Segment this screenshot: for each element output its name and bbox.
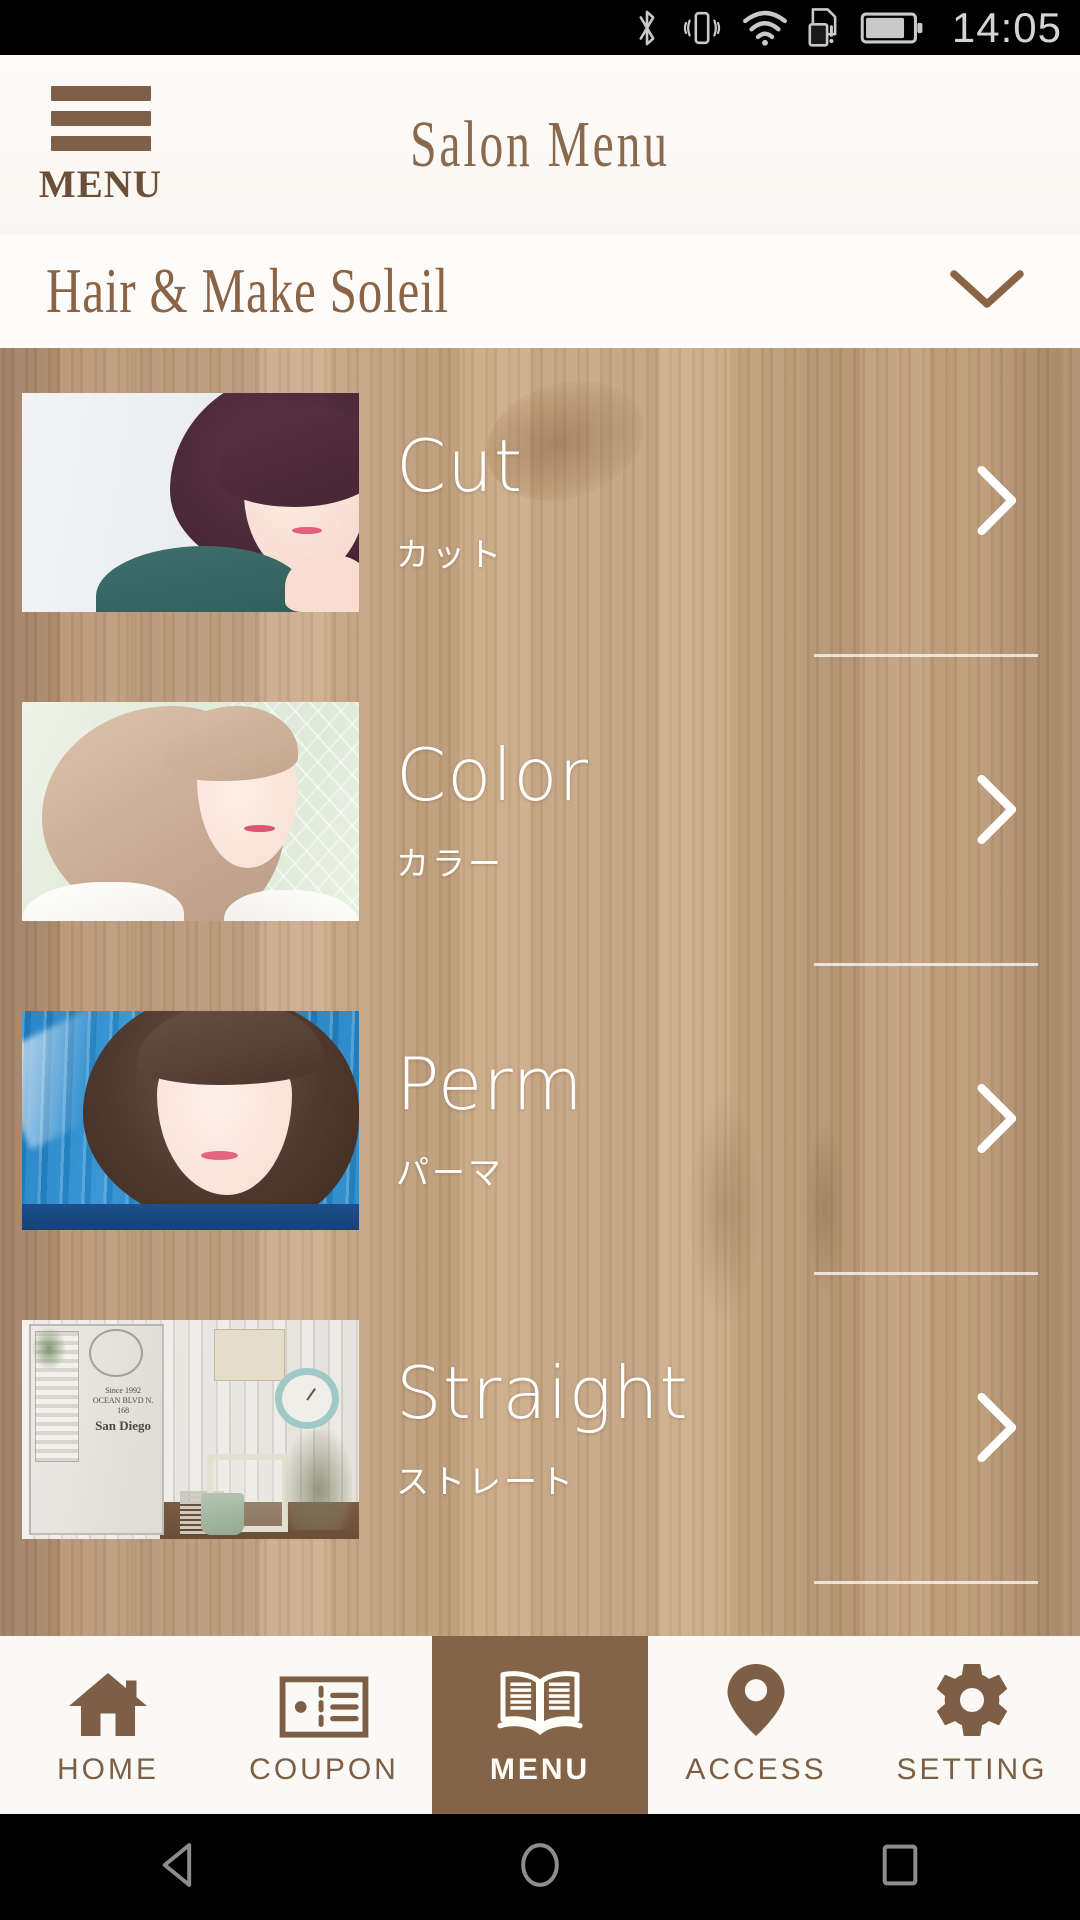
tab-label-coupon: COUPON (249, 1753, 399, 1786)
menu-thumbnail-straight: Since 1992 OCEAN BLVD N. 168 San Diego (22, 1320, 359, 1539)
tab-label-access: ACCESS (685, 1753, 827, 1786)
square-icon (874, 1839, 926, 1896)
menu-thumbnail-perm (22, 1011, 359, 1230)
menu-item-title-en: Cut (396, 423, 524, 508)
row-divider (814, 1581, 1038, 1584)
bluetooth-icon (632, 7, 662, 49)
salon-photo-caption: Since 1992 OCEAN BLVD N. 168 San Diego (86, 1386, 160, 1434)
tab-label-menu: MENU (489, 1753, 591, 1786)
menu-item-title-ja: カラー (396, 843, 504, 883)
recents-button[interactable] (840, 1814, 960, 1920)
menu-item-perm[interactable]: Perm パーマ (0, 966, 1080, 1275)
salon-menu-list: Cut カット Color カラー Perm パーマ Since 1992 OC… (0, 348, 1080, 1636)
chevron-right-icon[interactable] (967, 460, 1025, 545)
tab-label-setting: SETTING (896, 1753, 1048, 1786)
sd-card-alert-icon (806, 7, 842, 49)
tab-setting[interactable]: SETTING (864, 1636, 1080, 1814)
salon-name: Hair & Make Soleil (46, 256, 449, 326)
menu-item-title-ja: パーマ (396, 1152, 504, 1192)
circle-icon (514, 1839, 566, 1896)
menu-item-color[interactable]: Color カラー (0, 657, 1080, 966)
menu-item-title-en: Perm (396, 1041, 584, 1126)
hamburger-icon (50, 86, 151, 101)
menu-thumbnail-color (22, 702, 359, 921)
page-title: Salon Menu (410, 108, 670, 181)
chevron-right-icon[interactable] (967, 769, 1025, 854)
chevron-down-icon[interactable] (948, 265, 1026, 318)
phone-screen: 14:05 MENU Salon Menu Hair & Make Soleil (0, 0, 1080, 1920)
bottom-tab-bar: HOME COUPON MENU ACCESS SETTING (0, 1636, 1080, 1814)
chevron-right-icon[interactable] (967, 1387, 1025, 1472)
android-navigation-bar (0, 1814, 1080, 1920)
back-button[interactable] (120, 1814, 240, 1920)
triangle-left-icon (154, 1839, 206, 1896)
menu-item-title-ja: ストレート (396, 1461, 576, 1501)
home-icon (66, 1663, 150, 1739)
home-button[interactable] (480, 1814, 600, 1920)
wifi-icon (742, 7, 788, 49)
ticket-icon (278, 1663, 370, 1739)
menu-item-cut[interactable]: Cut カット (0, 348, 1080, 657)
menu-item-title-en: Straight (396, 1350, 689, 1435)
tab-home[interactable]: HOME (0, 1636, 216, 1814)
vibrate-icon (680, 7, 724, 49)
tab-menu[interactable]: MENU (432, 1636, 648, 1814)
status-bar-clock: 14:05 (951, 3, 1062, 51)
gear-icon (932, 1663, 1012, 1739)
chevron-right-icon[interactable] (967, 1078, 1025, 1163)
battery-icon (860, 9, 924, 47)
status-bar: 14:05 (0, 0, 1080, 55)
book-icon (495, 1663, 585, 1739)
salon-selector[interactable]: Hair & Make Soleil (0, 235, 1080, 348)
tab-access[interactable]: ACCESS (648, 1636, 864, 1814)
hamburger-menu-button[interactable]: MENU (39, 86, 161, 204)
photo-caption-line2: OCEAN BLVD N. 168 (92, 1395, 154, 1415)
photo-caption-line1: Since 1992 (105, 1385, 141, 1395)
hamburger-icon-bar-2 (50, 111, 151, 126)
menu-item-straight[interactable]: Since 1992 OCEAN BLVD N. 168 San Diego S… (0, 1275, 1080, 1584)
menu-thumbnail-cut (22, 393, 359, 612)
app-header: MENU Salon Menu (0, 55, 1080, 235)
tab-label-home: HOME (57, 1753, 159, 1786)
photo-caption-line3: San Diego (95, 1417, 152, 1433)
hamburger-icon-bar-3 (50, 136, 151, 151)
menu-item-title-ja: カット (396, 534, 504, 574)
map-pin-icon (723, 1663, 789, 1739)
tab-coupon[interactable]: COUPON (216, 1636, 432, 1814)
hamburger-label: MENU (38, 163, 163, 206)
menu-item-title-en: Color (396, 732, 589, 817)
